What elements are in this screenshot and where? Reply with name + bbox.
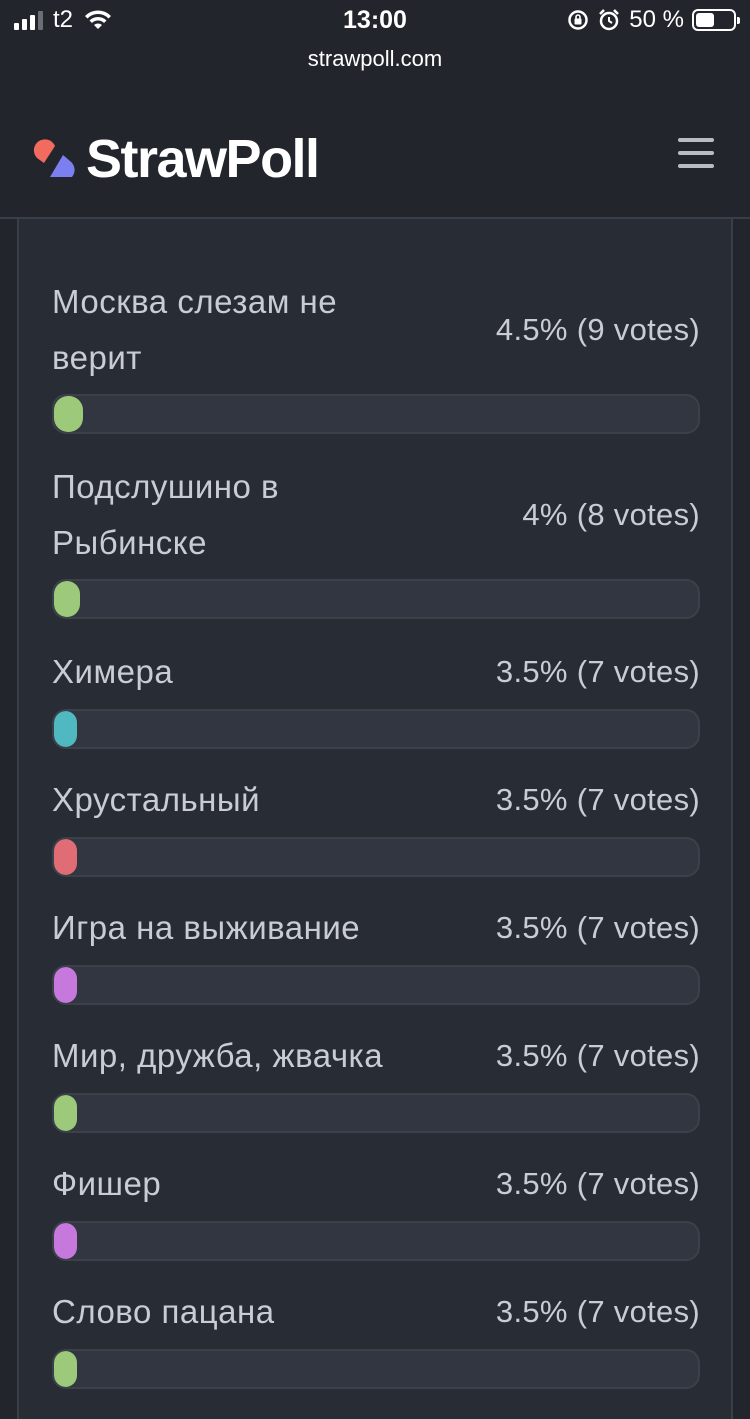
poll-result-item: Хрустальный 3.5% (7 votes) <box>52 771 700 877</box>
poll-option-label: Фишер <box>52 1165 162 1202</box>
poll-option-label: Химера <box>52 653 174 690</box>
status-right: 50 % <box>567 6 740 34</box>
poll-result-row: Химера 3.5% (7 votes) <box>52 643 700 701</box>
poll-result-row: Хрустальный 3.5% (7 votes) <box>52 771 700 829</box>
progress-bar-fill <box>54 1351 77 1387</box>
poll-option-label: Слово пацана <box>52 1293 275 1330</box>
poll-option-label: Мир, дружба, жвачка <box>52 1037 384 1074</box>
progress-bar-track <box>52 837 700 877</box>
poll-result-item: Слово пацана 3.5% (7 votes) <box>52 1283 700 1389</box>
progress-bar-track <box>52 965 700 1005</box>
url-bar[interactable]: strawpoll.com <box>0 46 750 72</box>
alarm-icon <box>599 9 620 31</box>
progress-bar-track <box>52 579 700 619</box>
results-card: Москва слезам не верит 4.5% (9 votes) Подс… <box>17 219 733 1419</box>
poll-result-row: Игра на выживание 3.5% (7 votes) <box>52 899 700 957</box>
site-header: StrawPoll <box>0 94 750 219</box>
poll-option-stats: 3.5% (7 votes) <box>495 1294 700 1329</box>
poll-result-row: Слово пацана 3.5% (7 votes) <box>52 1283 700 1341</box>
poll-option-stats: 3.5% (7 votes) <box>495 1038 700 1073</box>
poll-option-label: Игра на выживание <box>52 909 361 946</box>
logo-text: StrawPoll <box>86 129 320 189</box>
hamburger-menu-icon[interactable] <box>678 138 714 168</box>
poll-result-item: Химера 3.5% (7 votes) <box>52 643 700 749</box>
progress-bar-fill <box>54 711 77 747</box>
poll-option-label: Хрустальный <box>52 781 261 818</box>
poll-option-label: Москва слезам не верит <box>52 283 338 376</box>
battery-icon <box>692 9 740 31</box>
poll-result-item: Фишер 3.5% (7 votes) <box>52 1155 700 1261</box>
battery-percent: 50 % <box>629 6 684 33</box>
poll-result-row: Подслушино в Рыбинске 4% (8 votes) <box>52 459 700 571</box>
poll-option-label: Подслушино в Рыбинске <box>52 468 280 561</box>
poll-result-item: Мир, дружба, жвачка 3.5% (7 votes) <box>52 1027 700 1133</box>
poll-result-row: Москва слезам не верит 4.5% (9 votes) <box>52 274 700 386</box>
progress-bar-fill <box>54 1095 77 1131</box>
progress-bar-fill <box>54 967 77 1003</box>
poll-option-stats: 3.5% (7 votes) <box>495 1166 700 1201</box>
poll-option-stats: 3.5% (7 votes) <box>495 910 700 945</box>
poll-result-row: Мир, дружба, жвачка 3.5% (7 votes) <box>52 1027 700 1085</box>
progress-bar-track <box>52 1349 700 1389</box>
poll-option-stats: 3.5% (7 votes) <box>495 654 700 689</box>
progress-bar-fill <box>54 1223 77 1259</box>
battery-level <box>696 13 714 27</box>
progress-bar-track <box>52 1221 700 1261</box>
progress-bar-fill <box>54 396 83 432</box>
poll-option-stats: 4% (8 votes) <box>522 497 700 532</box>
strawpoll-logo-icon <box>33 139 75 177</box>
progress-bar-track <box>52 1093 700 1133</box>
poll-option-stats: 3.5% (7 votes) <box>495 782 700 817</box>
poll-result-row: Фишер 3.5% (7 votes) <box>52 1155 700 1213</box>
poll-option-stats: 4.5% (9 votes) <box>495 312 700 347</box>
poll-result-item: Москва слезам не верит 4.5% (9 votes) <box>52 274 700 434</box>
strawpoll-logo[interactable]: StrawPoll <box>32 128 320 190</box>
poll-result-item: Игра на выживание 3.5% (7 votes) <box>52 899 700 1005</box>
status-bar: t2 13:00 50 % <box>0 0 750 42</box>
progress-bar-track <box>52 394 700 434</box>
poll-result-item: Подслушино в Рыбинске 4% (8 votes) <box>52 459 700 619</box>
orientation-lock-icon <box>568 10 589 30</box>
progress-bar-fill <box>54 581 80 617</box>
progress-bar-track <box>52 709 700 749</box>
progress-bar-fill <box>54 839 77 875</box>
